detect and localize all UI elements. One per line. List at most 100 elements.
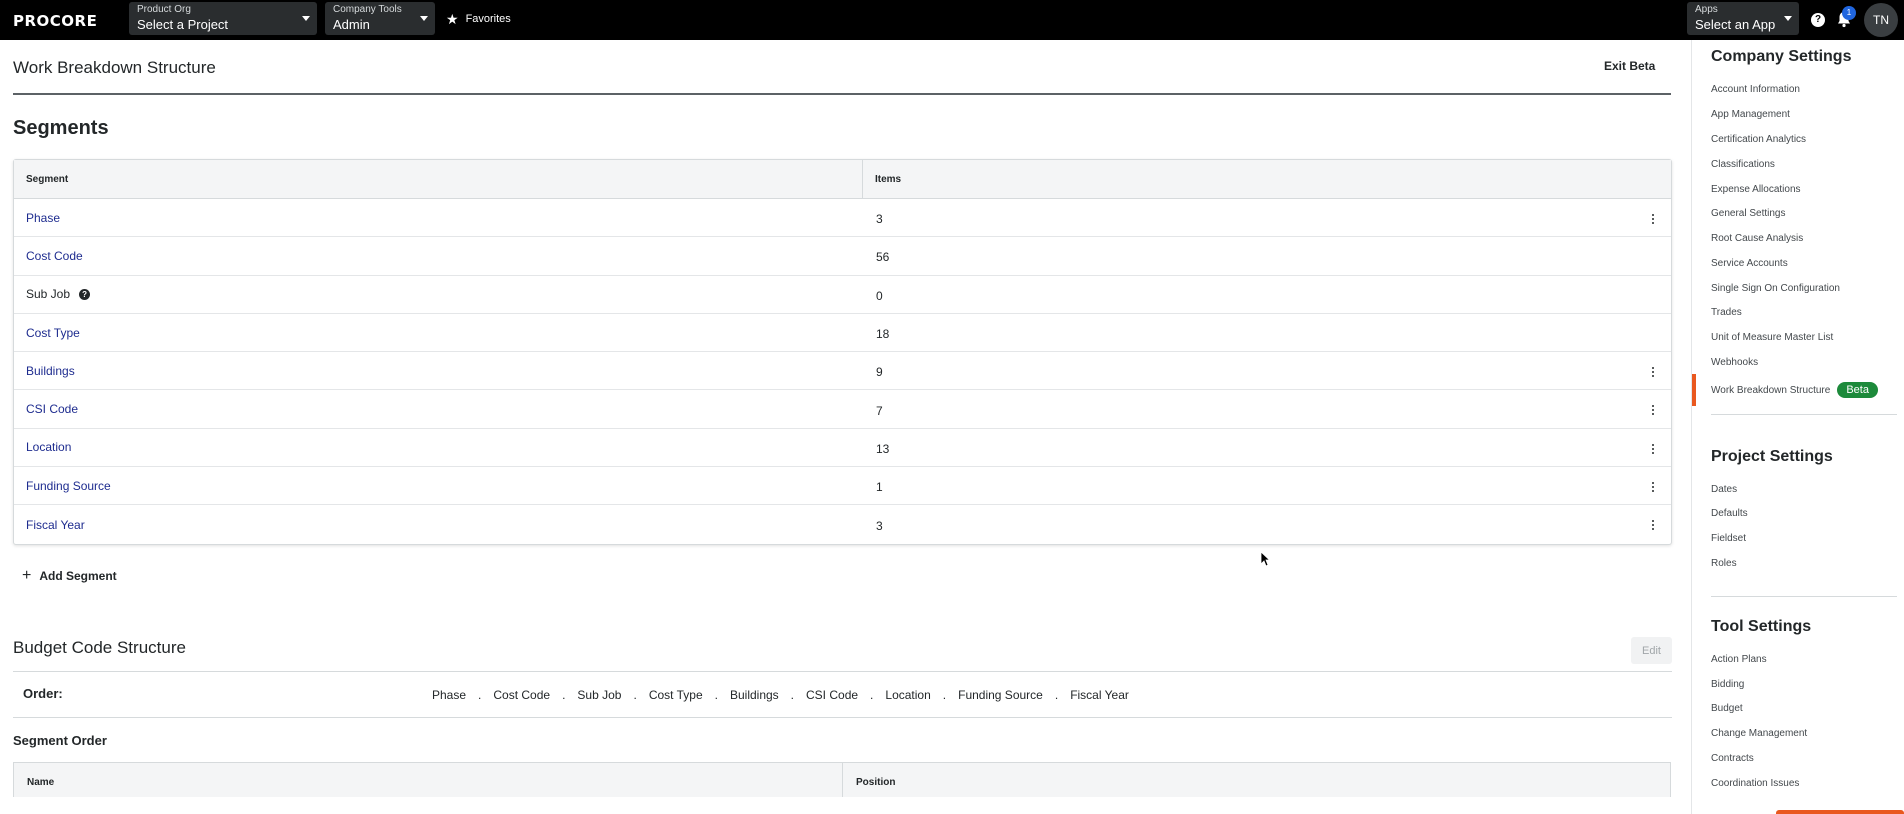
- segment-items-count: 0: [876, 288, 883, 303]
- order-item: CSI Code: [806, 688, 859, 702]
- product-org-caption: Product Org: [137, 4, 191, 15]
- favorites-button[interactable]: ★ Favorites: [446, 12, 511, 26]
- column-header-position[interactable]: Position: [843, 763, 1670, 801]
- beta-badge: Beta: [1837, 382, 1878, 398]
- table-row: Funding Source 1: [14, 467, 1671, 506]
- sidebar-item-app-management[interactable]: App Management: [1711, 109, 1790, 120]
- order-separator: .: [870, 688, 874, 702]
- segment-link[interactable]: Funding Source: [14, 467, 863, 504]
- order-list: Phase . Cost Code . Sub Job . Cost Type …: [432, 688, 1129, 702]
- order-separator: .: [790, 688, 795, 702]
- apps-value: Select an App: [1695, 17, 1776, 32]
- order-label: Order:: [23, 686, 63, 701]
- column-header-items[interactable]: Items: [863, 160, 1671, 198]
- company-tools-caption: Company Tools: [333, 4, 402, 15]
- more-options-icon[interactable]: [1651, 482, 1655, 493]
- sidebar-item-coordination-issues[interactable]: Coordination Issues: [1711, 778, 1799, 789]
- segment-name: Sub Job ?: [14, 276, 863, 313]
- sidebar-item-certification-analytics[interactable]: Certification Analytics: [1711, 134, 1806, 145]
- table-row: Cost Type 18: [14, 314, 1671, 353]
- sidebar-item-roles[interactable]: Roles: [1711, 558, 1737, 569]
- sidebar-item-general-settings[interactable]: General Settings: [1711, 208, 1786, 219]
- sidebar-item-unit-of-measure[interactable]: Unit of Measure Master List: [1711, 332, 1833, 343]
- company-tools-value: Admin: [333, 17, 370, 32]
- order-item: Cost Type: [648, 688, 703, 702]
- column-header-name[interactable]: Name: [14, 763, 843, 801]
- avatar[interactable]: TN: [1864, 3, 1898, 37]
- question-circle-icon[interactable]: ?: [79, 288, 91, 300]
- more-options-icon[interactable]: [1651, 405, 1655, 416]
- company-tools-select[interactable]: Company Tools Admin: [325, 2, 435, 35]
- segment-items-count: 9: [876, 365, 883, 380]
- sidebar-item-change-management[interactable]: Change Management: [1711, 728, 1807, 739]
- segments-table: Segment Items Phase 3 Cost Code 56 Sub J…: [13, 159, 1672, 545]
- more-options-icon[interactable]: [1651, 367, 1655, 378]
- chevron-down-icon: [420, 16, 428, 21]
- sidebar-item-expense-allocations[interactable]: Expense Allocations: [1711, 184, 1801, 195]
- sidebar-item-budget[interactable]: Budget: [1711, 703, 1743, 714]
- sidebar-item-dates[interactable]: Dates: [1711, 484, 1737, 495]
- add-segment-label: Add Segment: [39, 569, 117, 583]
- segment-link[interactable]: Phase: [14, 199, 863, 236]
- apps-caption: Apps: [1695, 4, 1718, 15]
- segment-items-count: 13: [876, 441, 890, 456]
- sidebar-item-trades[interactable]: Trades: [1711, 307, 1742, 318]
- company-settings-heading: Company Settings: [1711, 48, 1852, 65]
- sidebar-item-action-plans[interactable]: Action Plans: [1711, 654, 1767, 665]
- segment-link[interactable]: Fiscal Year: [14, 505, 863, 543]
- sidebar-item-contracts[interactable]: Contracts: [1711, 753, 1754, 764]
- sidebar-item-service-accounts[interactable]: Service Accounts: [1711, 258, 1788, 269]
- table-row: Sub Job ? 0: [14, 276, 1671, 314]
- help-icon[interactable]: ?: [1811, 13, 1825, 27]
- sidebar-item-webhooks[interactable]: Webhooks: [1711, 357, 1758, 368]
- apps-select[interactable]: Apps Select an App: [1687, 2, 1799, 35]
- page-title: Work Breakdown Structure: [13, 58, 216, 77]
- exit-beta-button[interactable]: Exit Beta: [1604, 59, 1655, 73]
- sidebar-item-label: Work Breakdown Structure: [1711, 384, 1831, 396]
- page-bottom: [0, 797, 1691, 814]
- more-options-icon[interactable]: [1651, 443, 1655, 454]
- segment-name-label: Sub Job: [26, 287, 71, 302]
- segment-link[interactable]: Location: [14, 429, 863, 466]
- divider: [13, 671, 1672, 672]
- segment-link[interactable]: Cost Code: [14, 237, 863, 274]
- table-row: Phase 3: [14, 199, 1671, 238]
- column-header-segment[interactable]: Segment: [14, 160, 863, 198]
- order-separator: .: [562, 688, 566, 702]
- sidebar-item-account-information[interactable]: Account Information: [1711, 84, 1800, 95]
- tool-settings-heading: Tool Settings: [1711, 618, 1812, 635]
- more-options-icon[interactable]: [1651, 214, 1655, 224]
- favorites-label: Favorites: [465, 13, 511, 25]
- table-row: Fiscal Year 3: [14, 505, 1671, 543]
- procore-logo[interactable]: PROCORE: [13, 12, 97, 30]
- add-segment-button[interactable]: + Add Segment: [22, 568, 117, 584]
- sidebar-item-bidding[interactable]: Bidding: [1711, 679, 1744, 690]
- chevron-down-icon: [302, 16, 310, 21]
- budget-code-structure-heading: Budget Code Structure: [13, 638, 186, 657]
- sidebar-item-root-cause-analysis[interactable]: Root Cause Analysis: [1711, 233, 1803, 244]
- notification-badge: 1: [1842, 6, 1856, 20]
- sidebar-item-work-breakdown-structure[interactable]: Work Breakdown Structure Beta: [1692, 374, 1878, 406]
- table-row: Buildings 9: [14, 352, 1671, 391]
- sidebar-item-single-sign-on[interactable]: Single Sign On Configuration: [1711, 283, 1840, 294]
- chevron-down-icon: [1784, 16, 1792, 21]
- order-item: Fiscal Year: [1070, 688, 1129, 702]
- segment-link[interactable]: Cost Type: [14, 314, 863, 351]
- sidebar-item-defaults[interactable]: Defaults: [1711, 508, 1748, 519]
- product-org-select[interactable]: Product Org Select a Project: [129, 2, 317, 35]
- feedback-tab[interactable]: [1776, 810, 1904, 814]
- sidebar-item-classifications[interactable]: Classifications: [1711, 159, 1775, 170]
- divider: [1711, 596, 1897, 597]
- project-settings-heading: Project Settings: [1711, 448, 1833, 465]
- segment-link[interactable]: CSI Code: [14, 390, 863, 427]
- sidebar-item-fieldset[interactable]: Fieldset: [1711, 533, 1746, 544]
- star-icon: ★: [446, 11, 459, 27]
- segment-items-count: 56: [876, 250, 890, 265]
- order-item: Buildings: [729, 688, 779, 702]
- segment-link[interactable]: Buildings: [14, 352, 863, 389]
- edit-button[interactable]: Edit: [1631, 637, 1672, 664]
- settings-sidebar: Company Settings Account Information App…: [1691, 40, 1904, 814]
- more-options-icon[interactable]: [1651, 520, 1655, 531]
- order-separator: .: [714, 688, 718, 702]
- segment-items-count: 3: [876, 519, 883, 534]
